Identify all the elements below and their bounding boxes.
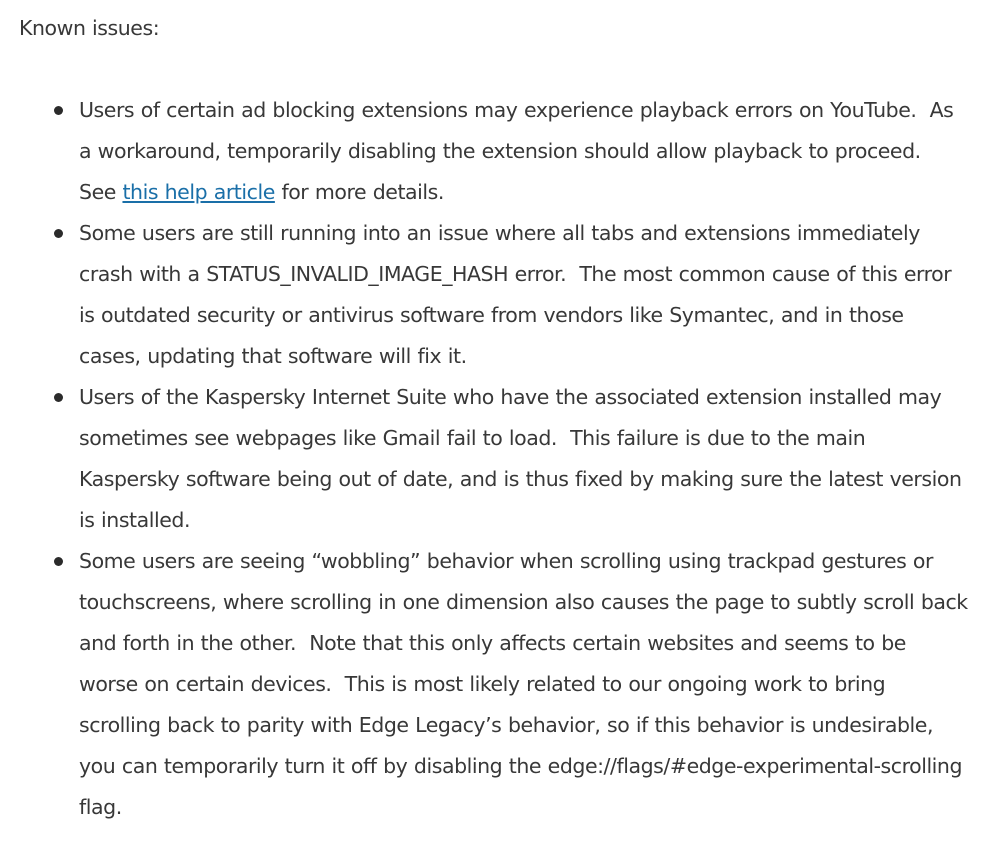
issue-text-after: for more details. [274,180,444,204]
issue-text: Some users are seeing “wobbling” behavio… [79,549,975,819]
known-issues-heading: Known issues: [19,16,160,40]
bullet-icon [54,229,63,238]
issue-text: Some users are still running into an iss… [79,221,958,368]
bullet-icon [54,106,63,115]
help-article-link[interactable]: this help article [122,180,275,204]
known-issues-list: Users of certain ad blocking extensions … [0,90,969,828]
list-item: Users of certain ad blocking extensions … [54,90,969,213]
issue-text: Users of the Kaspersky Internet Suite wh… [79,385,969,532]
bullet-icon [54,557,63,566]
list-item: Users of the Kaspersky Internet Suite wh… [54,377,969,541]
list-item: Some users are still running into an iss… [54,213,969,377]
bullet-icon [54,393,63,402]
list-item: Some users are seeing “wobbling” behavio… [54,541,969,828]
